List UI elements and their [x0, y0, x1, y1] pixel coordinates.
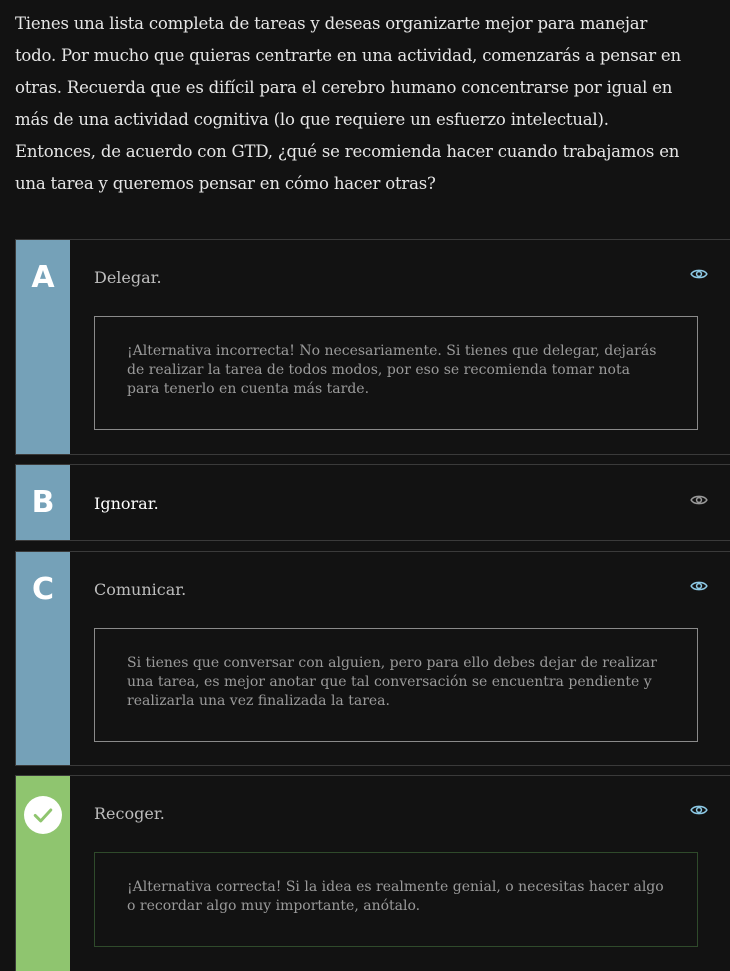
option-label: Comunicar. [94, 580, 187, 599]
option-label: Recoger. [94, 804, 165, 823]
option-letter: B [31, 485, 55, 520]
question-text: Tienes una lista completa de tareas y de… [15, 14, 681, 193]
option-label: Delegar. [94, 268, 162, 287]
option-letter-box: C [16, 552, 70, 765]
option-d[interactable]: Recoger. ¡Alternativa correcta! Si la id… [15, 775, 730, 971]
option-label: Ignorar. [94, 494, 159, 513]
option-b[interactable]: B Ignorar. [15, 464, 730, 541]
option-letter-box: A [16, 240, 70, 454]
feedback-box: ¡Alternativa correcta! Si la idea es rea… [94, 852, 698, 947]
option-c[interactable]: C Comunicar. Si tienes que conversar con… [15, 551, 730, 766]
checkmark-icon [33, 808, 53, 823]
correct-badge [24, 796, 62, 834]
eye-icon[interactable] [690, 265, 708, 283]
feedback-box: Si tienes que conversar con alguien, per… [94, 628, 698, 742]
feedback-box: ¡Alternativa incorrecta! No necesariamen… [94, 316, 698, 430]
option-letter-box [16, 776, 70, 971]
option-letter: C [31, 572, 55, 607]
eye-icon[interactable] [690, 491, 708, 509]
option-letter: A [31, 260, 55, 295]
option-letter-box: B [16, 465, 70, 540]
option-a[interactable]: A Delegar. ¡Alternativa incorrecta! No n… [15, 239, 730, 455]
eye-icon[interactable] [690, 801, 708, 819]
eye-icon[interactable] [690, 577, 708, 595]
